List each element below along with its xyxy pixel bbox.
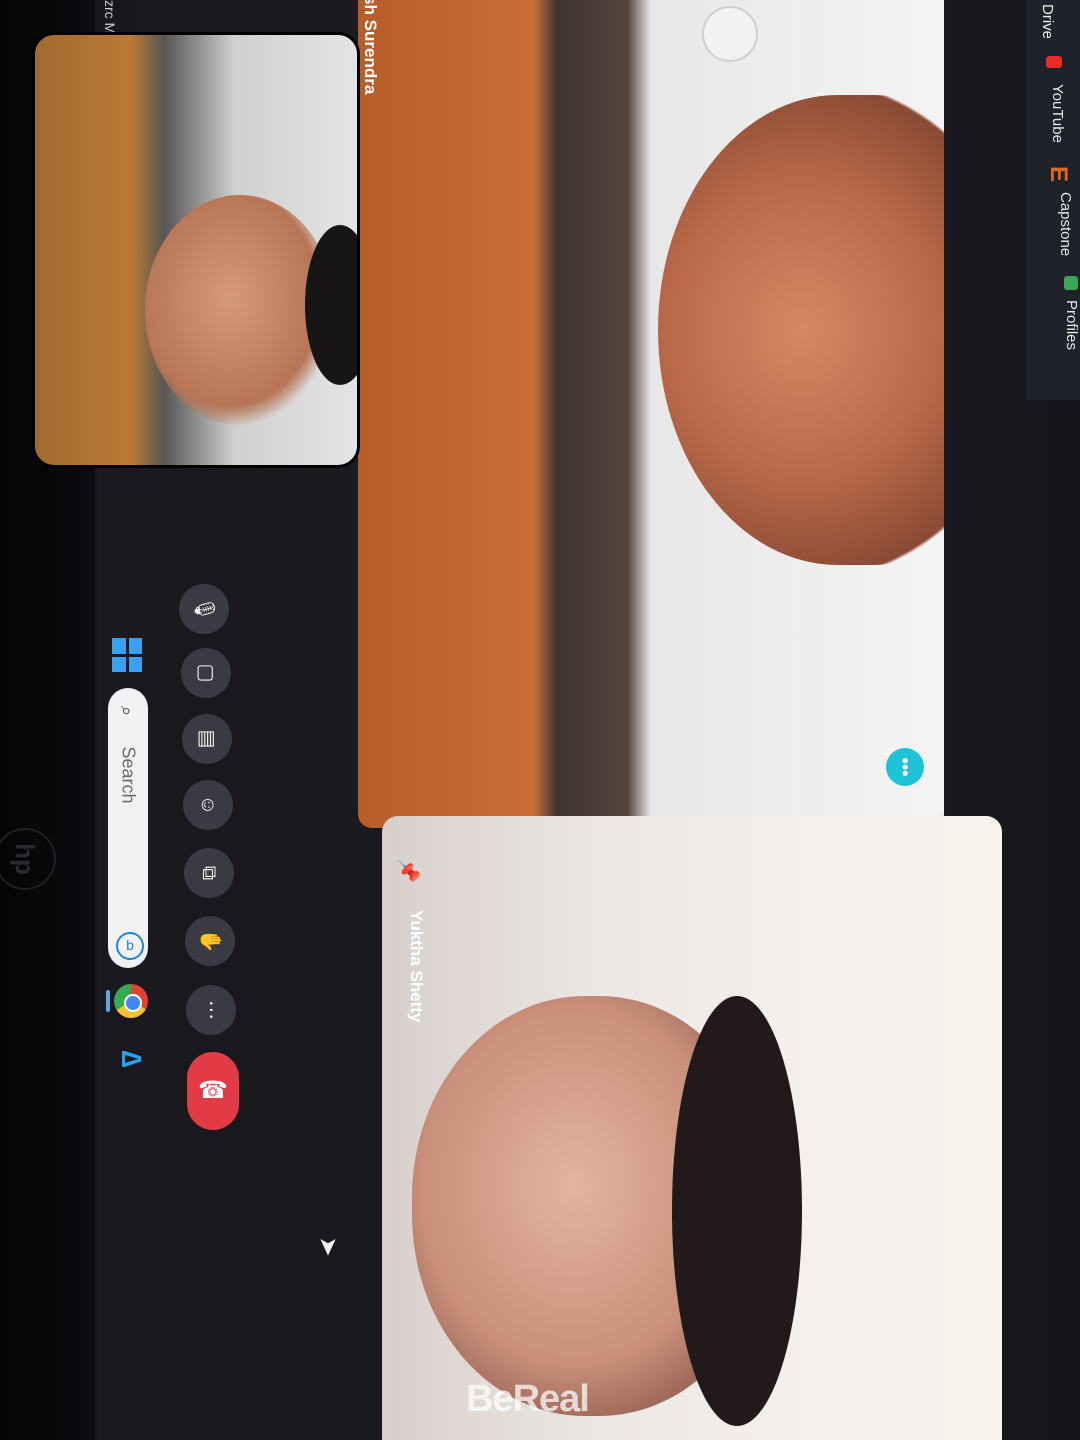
captions-button[interactable]: ▤ — [182, 714, 232, 764]
chrome-active-indicator — [106, 990, 110, 1012]
bookmark-capstone[interactable]: Capstone — [1057, 192, 1074, 256]
participant-video-tile[interactable] — [358, 0, 944, 828]
more-icon: ⋯ — [200, 1000, 222, 1020]
captions-icon: ▤ — [196, 729, 218, 749]
bereal-watermark: BeReal — [466, 1378, 590, 1420]
ceiling-smoke-detector — [702, 6, 758, 62]
camera-button[interactable]: ▢ — [181, 648, 231, 698]
profiles-icon — [1064, 276, 1078, 290]
participant-name-label: nish Surendra — [361, 0, 380, 95]
bookmark-drive[interactable]: Drive — [1039, 4, 1056, 39]
camera-icon: ▢ — [195, 663, 217, 683]
hand-icon: ✋ — [199, 928, 221, 954]
search-placeholder: Search — [118, 746, 139, 804]
mouse-cursor-icon: ➤ — [314, 1236, 342, 1257]
search-icon: ⌕ — [117, 705, 137, 717]
pinned-participant-video-tile[interactable] — [382, 816, 1002, 1440]
microphone-icon: 🎙 — [193, 596, 215, 622]
bing-icon[interactable]: b — [116, 932, 144, 960]
reactions-button[interactable]: ☺ — [183, 780, 233, 830]
raise-hand-button[interactable]: ✋ — [185, 916, 235, 966]
windows-start-icon[interactable] — [112, 638, 142, 672]
pin-icon[interactable]: 📌 — [396, 858, 421, 883]
capstone-icon: E — [1045, 165, 1073, 183]
participant-name-label: Yuktha Shetty — [407, 910, 426, 1023]
microphone-button[interactable]: 🎙 — [179, 584, 229, 634]
taskbar-search-box[interactable] — [108, 688, 148, 968]
tile-more-options-button[interactable]: ••• — [886, 748, 924, 786]
present-icon: ⧉ — [198, 865, 220, 881]
phone-hangup-icon: ☎ — [198, 1077, 228, 1104]
emoji-icon: ☺ — [197, 794, 219, 816]
bookmark-youtube[interactable]: YouTube — [1049, 84, 1066, 143]
youtube-icon — [1046, 56, 1062, 68]
present-button[interactable]: ⧉ — [184, 848, 234, 898]
bereal-selfie-inset — [32, 32, 360, 468]
azure-icon[interactable]: ∆ — [116, 1044, 147, 1074]
more-options-button[interactable]: ⋯ — [186, 985, 236, 1035]
bookmark-profiles[interactable]: Profiles — [1063, 300, 1080, 350]
chrome-icon[interactable] — [114, 984, 148, 1018]
end-call-button[interactable]: ☎ — [187, 1052, 239, 1130]
